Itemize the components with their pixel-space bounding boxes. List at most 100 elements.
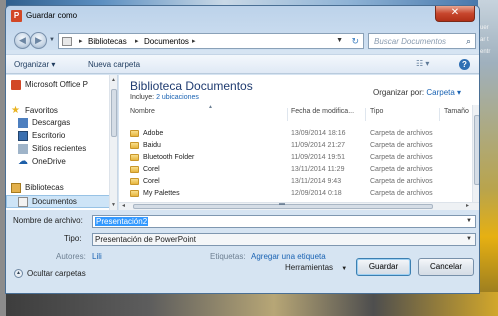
back-button[interactable]: ◀	[14, 32, 31, 49]
file-type: Carpeta de archivos	[370, 154, 433, 161]
filename-value: Presentación2	[95, 217, 149, 226]
star-icon: ★	[11, 105, 20, 116]
recent-pages-dropdown[interactable]: ▼	[49, 37, 55, 43]
search-input[interactable]: Buscar Documentos ⌕	[368, 33, 476, 49]
chevron-right-icon[interactable]: ▸	[135, 37, 139, 45]
authors-value[interactable]: Lili	[92, 252, 102, 261]
chevron-down-icon[interactable]: ▼	[466, 218, 472, 224]
close-button[interactable]: ✕	[435, 6, 475, 22]
hide-folders-label: Ocultar carpetas	[27, 269, 86, 278]
file-row[interactable]: My Palettes 12/09/2014 0:18 Carpeta de a…	[119, 188, 472, 200]
column-header-date[interactable]: Fecha de modifica...	[291, 108, 354, 121]
scrollbar-grip-icon: ▬	[279, 201, 285, 207]
address-bar[interactable]: ▸ Bibliotecas ▸ Documentos ▸ ▼ ↻	[58, 33, 364, 49]
file-date: 13/11/2014 9:43	[291, 178, 342, 185]
search-icon[interactable]: ⌕	[466, 36, 471, 47]
file-name: Bluetooth Folder	[143, 154, 195, 161]
file-type: Carpeta de archivos	[370, 178, 433, 185]
folder-icon	[130, 190, 139, 197]
file-date: 11/09/2014 21:27	[291, 142, 345, 149]
scrollbar-thumb[interactable]	[474, 115, 479, 185]
documents-icon	[18, 197, 28, 207]
file-name: Corel	[143, 166, 160, 173]
file-date: 11/09/2014 19:51	[291, 154, 345, 161]
add-tag-link[interactable]: Agregar una etiqueta	[251, 252, 326, 261]
cancel-button[interactable]: Cancelar	[418, 258, 474, 276]
filename-label: Nombre de archivo:	[13, 216, 83, 225]
column-divider[interactable]	[287, 108, 288, 121]
column-header-type[interactable]: Tipo	[370, 108, 383, 121]
hide-folders-button[interactable]: ▲ Ocultar carpetas	[14, 269, 86, 279]
file-list-vertical-scrollbar[interactable]	[472, 105, 479, 203]
address-dropdown-icon[interactable]: ▼	[336, 37, 343, 44]
library-includes: Incluye: 2 ubicaciones	[130, 94, 199, 101]
scroll-right-icon[interactable]: ▸	[466, 202, 469, 209]
file-row[interactable]: Adobe 13/09/2014 18:16 Carpeta de archiv…	[119, 128, 472, 140]
libraries-icon	[11, 183, 21, 193]
background-right-edge: uer ar t entr	[478, 0, 498, 316]
file-name: Adobe	[143, 130, 164, 137]
column-header-size[interactable]: Tamaño	[444, 108, 469, 121]
downloads-icon	[18, 118, 28, 128]
refresh-icon[interactable]: ↻	[351, 36, 359, 47]
type-label: Tipo:	[64, 234, 82, 243]
chevron-up-icon: ▲	[14, 269, 23, 279]
file-type-select[interactable]: Presentación de PowerPoint ▼	[92, 233, 476, 246]
filename-field[interactable]: Presentación2 ▼	[92, 215, 476, 228]
breadcrumb-bibliotecas[interactable]: Bibliotecas	[88, 37, 127, 46]
scroll-left-icon[interactable]: ◂	[122, 202, 125, 209]
organize-menu-button[interactable]: Organizar ▾	[14, 60, 55, 69]
nav-item-sitios-recientes[interactable]: Sitios recientes	[6, 143, 110, 156]
nav-item-descargas[interactable]: Descargas	[6, 117, 110, 130]
title-bar[interactable]: P Guardar como ✕	[6, 6, 479, 27]
tools-menu-button[interactable]: Herramientas ▼	[285, 263, 347, 272]
locations-link[interactable]: 2 ubicaciones	[156, 94, 199, 101]
nav-item-bibliotecas[interactable]: Bibliotecas	[6, 182, 110, 195]
save-as-dialog: P Guardar como ✕ ◀ ▶ ▼ ▸ Bibliotecas ▸ D…	[5, 5, 480, 294]
folder-icon	[130, 154, 139, 161]
column-divider[interactable]	[439, 108, 440, 121]
tags-label: Etiquetas:	[210, 252, 246, 261]
save-button[interactable]: Guardar	[356, 258, 411, 276]
chevron-right-icon[interactable]: ▸	[192, 37, 196, 45]
file-row[interactable]: Corel 13/11/2014 11:29 Carpeta de archiv…	[119, 164, 472, 176]
navigation-pane: Microsoft Office P ★ Favoritos Descargas…	[6, 75, 118, 210]
file-row[interactable]: Bluetooth Folder 11/09/2014 19:51 Carpet…	[119, 152, 472, 164]
file-date: 13/09/2014 18:16	[291, 130, 346, 137]
file-name: Baidu	[143, 142, 161, 149]
file-row[interactable]: Baidu 11/09/2014 21:27 Carpeta de archiv…	[119, 140, 472, 152]
chevron-right-icon[interactable]: ▸	[79, 37, 83, 45]
scrollbar-thumb[interactable]	[111, 89, 117, 137]
new-folder-button[interactable]: Nueva carpeta	[88, 60, 140, 69]
change-view-button[interactable]: ☷ ▾	[416, 59, 429, 68]
file-date: 13/11/2014 11:29	[291, 166, 345, 173]
sort-ascending-icon: ▲	[208, 104, 213, 110]
chevron-down-icon[interactable]: ▼	[466, 236, 472, 242]
folder-icon	[130, 166, 139, 173]
folder-icon	[130, 142, 139, 149]
scroll-down-icon[interactable]: ▼	[111, 202, 116, 208]
column-divider[interactable]	[365, 108, 366, 121]
onedrive-icon: ☁	[18, 156, 28, 167]
forward-button[interactable]: ▶	[30, 32, 47, 49]
powerpoint-icon: P	[11, 10, 22, 22]
file-type: Carpeta de archivos	[370, 166, 433, 173]
file-row[interactable]: Corel 13/11/2014 9:43 Carpeta de archivo…	[119, 176, 472, 188]
column-header-name[interactable]: Nombre	[130, 108, 155, 121]
file-list-horizontal-scrollbar[interactable]: ◂ ▬ ▸	[119, 201, 479, 210]
nav-pane-scrollbar[interactable]: ▲ ▼	[109, 75, 117, 210]
file-name: My Palettes	[143, 190, 180, 197]
window-title: Guardar como	[26, 11, 78, 20]
arrange-by-dropdown[interactable]: Carpeta ▾	[426, 88, 461, 97]
nav-item-onedrive[interactable]: ☁ OneDrive	[6, 156, 110, 169]
help-icon[interactable]: ?	[459, 59, 470, 70]
command-toolbar: Organizar ▾ Nueva carpeta ☷ ▾ ?	[6, 54, 479, 74]
arrange-by: Organizar por: Carpeta ▾	[373, 88, 462, 97]
nav-item-escritorio[interactable]: Escritorio	[6, 130, 110, 143]
file-list-pane: Biblioteca Documentos Incluye: 2 ubicaci…	[119, 75, 479, 210]
nav-item-documentos[interactable]: Documentos	[6, 195, 110, 208]
search-placeholder: Buscar Documentos	[374, 37, 447, 46]
scroll-up-icon[interactable]: ▲	[111, 77, 116, 83]
breadcrumb-documentos[interactable]: Documentos	[144, 37, 189, 46]
nav-item-microsoft-office[interactable]: Microsoft Office P	[6, 79, 110, 92]
